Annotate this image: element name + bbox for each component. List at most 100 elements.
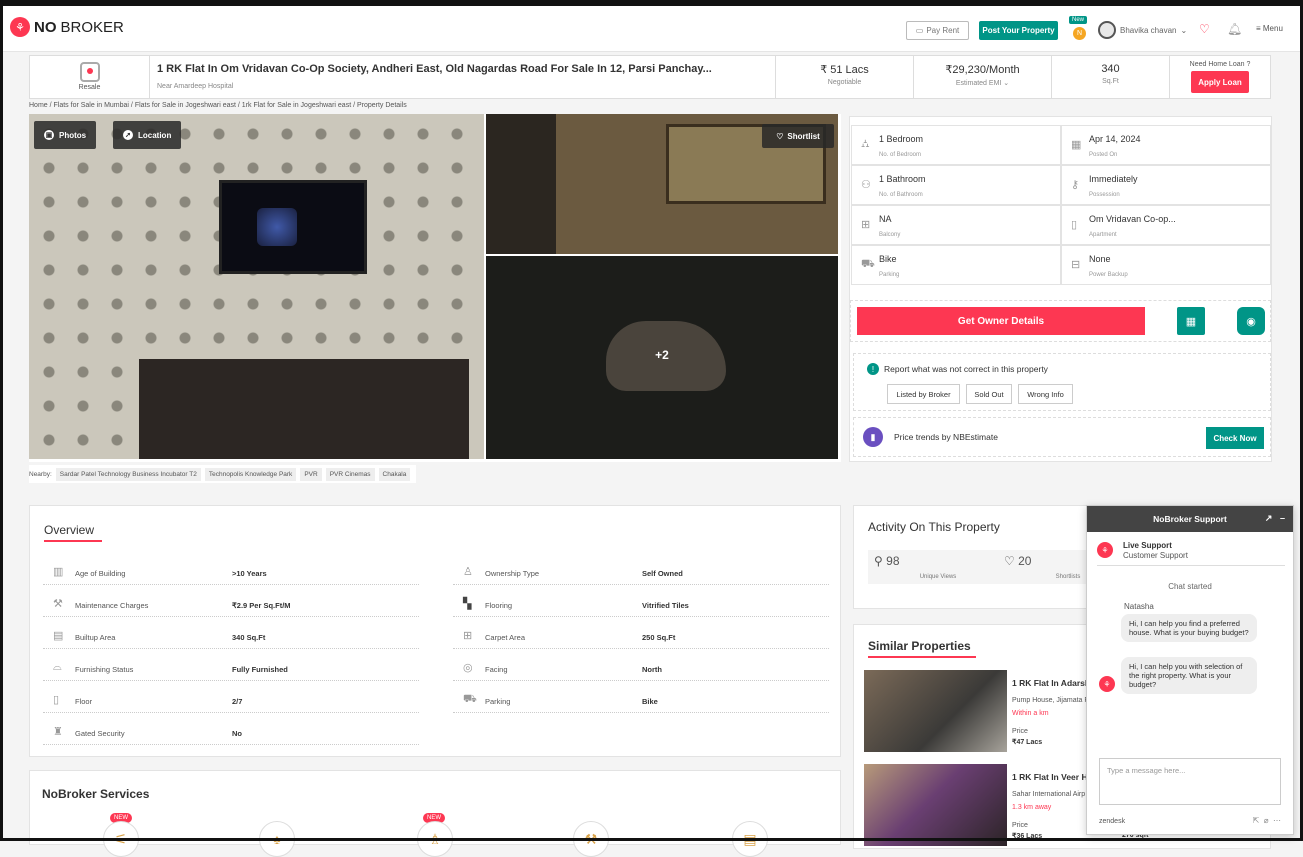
detail-balcony: ⊞ NA Balcony [851,205,1061,245]
user-menu[interactable]: Bhavika chavan ⌄ [1098,21,1187,39]
support-chat-widget[interactable]: NoBroker Support ↗ – ⚘ Live Support Custo… [1086,505,1294,835]
balcony-icon: ⊞ [861,219,871,231]
detail-power-backup: ⊟ None Power Backup [1061,245,1271,285]
battery-icon: ⊟ [1071,259,1081,271]
overview-value: ₹2.9 Per Sq.Ft/M [232,601,291,610]
location-button[interactable]: ➚ Location [113,121,182,149]
hammer-service-icon[interactable]: ⚒ [573,821,609,857]
overview-row: ▤ Builtup Area 340 Sq.Ft [43,627,419,649]
detail-posted: ▦ Apr 14, 2024 Posted On [1061,125,1271,165]
menu-button[interactable]: ≡ Menu [1256,24,1283,33]
similar-card-location: Pump House, Jijamata R [1012,697,1090,704]
attach-icon[interactable]: ⌀ [1264,816,1269,825]
overview-value: 2/7 [232,697,243,706]
overview-value: Self Owned [642,569,683,578]
floor-icon: ▯ [53,694,60,706]
coin-icon[interactable]: N [1073,27,1086,40]
cleaning-service-icon[interactable]: ⚟ [103,821,139,857]
person-service-icon[interactable]: ♗ [417,821,453,857]
check-now-button[interactable]: Check Now [1206,427,1264,449]
detail-label: Apartment [1089,232,1117,238]
detail-parking: ⛟ Bike Parking [851,245,1061,285]
photo-gallery[interactable]: +2 ▣ Photos ➚ Location ♡ Shortlist [29,114,841,462]
nearby-chip[interactable]: PVR [300,467,322,481]
report-wrong-info[interactable]: Wrong Info [1018,384,1073,404]
overview-key: Ownership Type [485,569,540,578]
pay-rent-button[interactable]: ▭ Pay Rent [906,21,969,40]
calendar-button[interactable]: ▦ [1177,307,1205,335]
chat-started-label: Chat started [1168,582,1212,591]
minimize-icon[interactable]: – [1280,513,1285,523]
get-owner-details-button[interactable]: Get Owner Details [857,307,1145,335]
avatar [1098,21,1116,39]
agent-name: Natasha [1124,602,1154,611]
pay-rent-label: Pay Rent [926,26,960,35]
more-icon[interactable]: ⋯ [1273,816,1281,825]
chat-window-controls[interactable]: ↗ – [1265,513,1285,524]
nearby-chip[interactable]: Technopolis Knowledge Park [204,467,297,481]
sofa-icon: ⌓ [53,661,62,673]
overview-row: ⚒ Maintenance Charges ₹2.9 Per Sq.Ft/M [43,595,419,617]
detail-value: None [1089,254,1111,264]
support-subtitle: Customer Support [1123,551,1188,560]
detail-label: No. of Bathroom [879,192,923,198]
report-sold-out[interactable]: Sold Out [966,384,1012,404]
apply-loan-button[interactable]: Apply Loan [1191,71,1249,93]
shortlists-value: 20 [1018,554,1032,568]
overview-title: Overview [44,523,95,537]
shortlist-button[interactable]: ♡ Shortlist [762,124,834,148]
nearby-places: Nearby: Sardar Patel Technology Business… [29,465,417,483]
similar-card-distance: Within a km [1012,710,1049,717]
bell-icon[interactable]: 🔔︎ [1227,22,1242,36]
heart-icon[interactable]: ♡ [1199,22,1210,36]
detail-label: Possession [1089,192,1120,198]
nearby-chip[interactable]: Chakala [378,467,411,481]
chat-button[interactable]: ◉ [1237,307,1265,335]
chevron-down-icon: ⌄ [1180,25,1188,35]
overview-value: Vitrified Tiles [642,601,689,610]
car-icon: ⛟ [861,258,875,270]
owner-actions: Get Owner Details ▦ ◉ [850,300,1271,342]
price-block: ₹ 51 Lacs Negotiable [775,56,913,98]
title-underline [868,656,976,658]
nearby-chip[interactable]: PVR Cinemas [325,467,375,481]
services-title: NoBroker Services [42,787,150,801]
painting-service-icon[interactable]: ♠ [259,821,295,857]
agent-avatar-icon: ⚘ [1099,676,1115,692]
property-subtitle: Near Amardeep Hospital [157,83,234,90]
resale-label: Resale [78,84,101,91]
guard-icon: ♜ [53,726,63,738]
tiles-icon: ▚ [463,598,472,610]
detail-apartment: ▯ Om Vridavan Co-op... Apartment [1061,205,1271,245]
more-photos-count: +2 [655,348,669,362]
report-listed-by-broker[interactable]: Listed by Broker [887,384,960,404]
share-icon[interactable]: ⇱ [1253,816,1260,825]
overview-value: Fully Furnished [232,665,288,674]
shortlists-count: ♡ 20 [1004,554,1031,568]
person-icon: ⚲ [874,554,883,568]
similar-card-price: ₹36 Lacs [1012,833,1043,840]
nearby-chip[interactable]: Sardar Patel Technology Business Incubat… [55,467,201,481]
detail-label: Posted On [1089,152,1118,158]
main-photo[interactable] [29,114,484,459]
post-property-button[interactable]: Post Your Property [979,21,1058,40]
detail-label: Balcony [879,232,901,238]
views-count: ⚲ 98 [874,554,900,568]
document-service-icon[interactable]: ▤ [732,821,768,857]
emi-block[interactable]: ₹29,230/Month Estimated EMI ⌄ [913,56,1051,98]
cabinet-image [139,359,469,459]
heart-icon: ♡ [776,131,784,141]
carpet-icon: ⊞ [463,630,473,642]
photo-3[interactable]: +2 [486,256,838,459]
chat-message-input[interactable]: Type a message here... [1099,758,1281,805]
bed-icon: ⛼ [861,138,870,150]
overview-value: Bike [642,697,658,706]
expand-icon[interactable]: ↗ [1265,513,1273,523]
user-name: Bhavika chavan [1120,25,1177,35]
shortlist-label: Shortlist [787,131,820,141]
services-section: NoBroker Services NEW ⚟ ♠ NEW ♗ ⚒ ▤ [29,770,841,857]
breadcrumb[interactable]: Home / Flats for Sale in Mumbai / Flats … [29,102,407,109]
nobroker-logo[interactable]: ⚘ NO BROKER [10,17,124,37]
photos-button[interactable]: ▣ Photos [34,121,97,149]
chat-message: Hi, I can help you find a preferred hous… [1121,614,1257,642]
